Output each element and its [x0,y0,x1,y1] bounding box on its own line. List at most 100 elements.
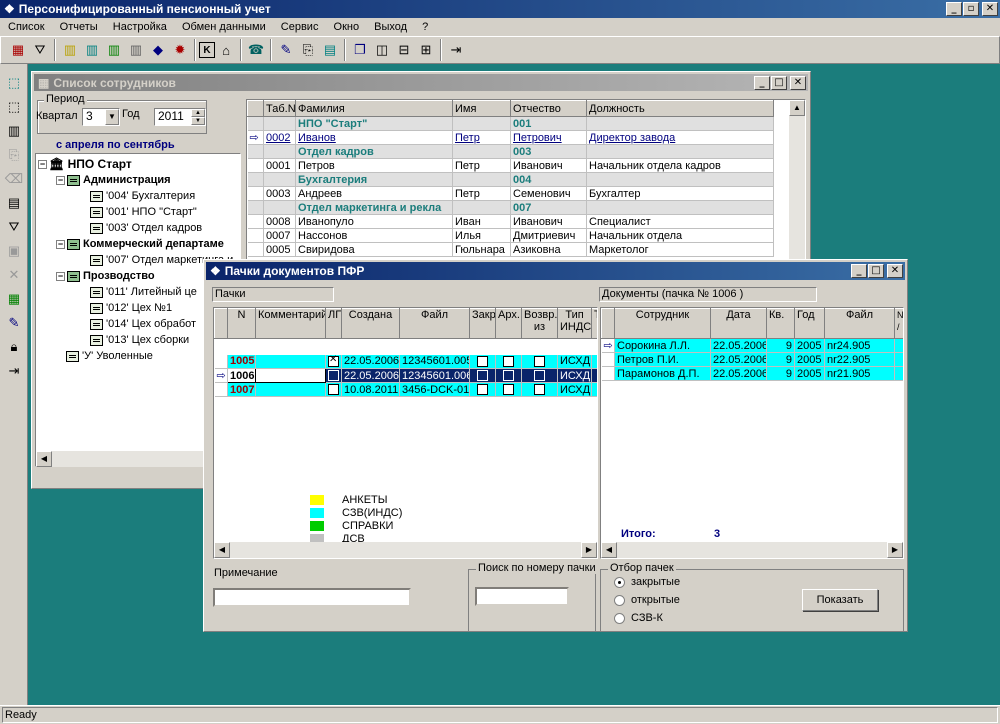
scroll-left-icon[interactable]: ◀ [214,542,230,558]
menu-window[interactable]: Окно [328,21,366,33]
note-input[interactable] [213,588,411,607]
close-button[interactable]: ✕ [982,2,998,16]
tree-node-unit[interactable]: '013' Цех сборки [90,332,189,348]
diamond-icon[interactable]: ◆ [147,39,169,61]
closed-checkbox[interactable] [477,355,488,367]
table-row[interactable]: ⇨ 0002 Иванов Петр Петрович Директор завода [247,130,774,145]
packs-hscrollbar[interactable]: ◀ ▶ [214,542,597,558]
column-header[interactable]: Создана [341,308,400,339]
docs-hscrollbar[interactable]: ◀ ▶ [601,542,903,558]
employees-vscrollbar[interactable]: ▲ [789,100,805,283]
group-row[interactable]: Отдел маркетинга и рекла 007 [247,200,774,215]
table-row[interactable]: Петров П.И. 22.05.2006 9 2005 nr22.905 [601,352,903,367]
table-row[interactable]: 0003 Андреев Петр Семенович Бухгалтер [247,186,774,201]
table-row-selected[interactable]: ⇨ 1006 22.05.2006 12345601.006 ИСХД [214,368,597,383]
copy-icon[interactable]: ⎘ [3,144,25,166]
phone-icon[interactable]: ☎ [245,39,267,61]
menu-settings[interactable]: Настройка [107,21,173,33]
group-row[interactable]: Бухгалтерия 004 [247,172,774,187]
scroll-right-icon[interactable]: ▶ [581,542,597,558]
exit-door-icon[interactable]: ⇥ [445,39,467,61]
tree-node-dept[interactable]: − Прозводство [56,268,155,284]
chevron-down-icon[interactable]: ▼ [105,109,119,125]
show-button[interactable]: Показать [802,589,878,611]
tree-node-dept[interactable]: − Коммерческий департаме [56,236,224,252]
filter-icon[interactable]: ⛛ [29,39,51,61]
menu-service[interactable]: Сервис [275,21,325,33]
menu-exit[interactable]: Выход [368,21,413,33]
bank-icon[interactable]: ⌂ [215,39,237,61]
tree-node-unit[interactable]: '012' Цех №1 [90,300,172,316]
column-header[interactable]: Год [794,308,825,339]
minimize-button[interactable]: _ [754,76,770,90]
column-header[interactable]: Закр [469,308,496,339]
docs-grid[interactable]: Сотрудник Дата Кв. Год Файл N / ⇨ Сорокин… [600,307,904,559]
tree-node-unit[interactable]: '004' Бухгалтерия [90,188,195,204]
column-header[interactable]: N / [894,308,903,339]
column-header[interactable]: Фамилия [295,100,453,117]
menu-help[interactable]: ? [416,21,434,33]
scroll-left-icon[interactable]: ◀ [601,542,617,558]
minimize-button[interactable]: _ [851,264,867,278]
radio-icon[interactable] [614,594,625,606]
tree-node-unit[interactable]: '001' НПО "Старт" [90,204,197,220]
tile-horizontal-icon[interactable]: ⊟ [393,39,415,61]
lock-icon[interactable]: 🔒︎ [3,336,25,358]
arrange-icon[interactable]: ⊞ [415,39,437,61]
grid-icon[interactable]: ▦ [3,288,25,310]
tree-node-unit[interactable]: '014' Цех обработ [90,316,196,332]
cascade-icon[interactable]: ❐ [349,39,371,61]
eraser-icon[interactable]: ⌫ [3,168,25,190]
year-spinner[interactable]: 2011 ▲ ▼ [154,108,206,126]
column-header[interactable]: Комментарий [255,308,326,339]
employees-grid[interactable]: Таб.N Фамилия Имя Отчество Должность НПО… [246,99,806,284]
archive-checkbox[interactable] [503,370,514,382]
group-row[interactable]: НПО "Старт" 001 [247,116,774,131]
k-icon[interactable]: K [199,42,215,58]
archive-checkbox[interactable] [503,355,514,367]
select-icon[interactable]: ⬚ [3,96,25,118]
spinner-down-icon[interactable]: ▼ [191,117,205,125]
table-icon[interactable]: ▤ [319,39,341,61]
table-row[interactable]: ⇨ Сорокина Л.Л. 22.05.2006 9 2005 nr24.905 [601,338,903,353]
table-row[interactable]: 0005 Свиридова Гюльнара Азиковна Маркетолог [247,242,774,257]
calendar-icon[interactable]: ▦ [7,39,29,61]
lg-checkbox[interactable] [328,355,339,367]
tree-node-unit[interactable]: '011' Литейный це [90,284,197,300]
group-row[interactable]: Отдел кадров 003 [247,144,774,159]
menu-reports[interactable]: Отчеты [54,21,104,33]
column-header[interactable]: ЛГ [325,308,342,339]
table-row[interactable]: 1007 10.08.2011 3456-DCK-010 ИСХД [214,382,597,397]
table-row[interactable]: 0007 Нассонов Илья Дмитриевич Начальник отде… [247,228,774,243]
book-yellow-icon[interactable]: ▥ [59,39,81,61]
gear-icon[interactable]: ✹ [169,39,191,61]
scroll-left-icon[interactable]: ◀ [36,451,52,467]
column-header[interactable]: Сотрудник [614,308,711,339]
column-header[interactable]: Имя [452,100,511,117]
book-green-icon[interactable]: ▥ [103,39,125,61]
column-header[interactable]: Кв. [766,308,795,339]
table-row[interactable]: 0008 Иванопуло Иван Иванович Специалист [247,214,774,229]
column-header[interactable]: Файл [824,308,895,339]
restore-button[interactable]: ▫ [963,2,979,16]
radio-icon[interactable] [614,612,625,624]
tree-node-unit[interactable]: '003' Отдел кадров [90,220,202,236]
book-cyan-icon[interactable]: ▥ [81,39,103,61]
funnel-icon[interactable]: ⛛ [3,216,25,238]
column-header[interactable]: Арх. [495,308,522,339]
column-header[interactable]: Должность [586,100,774,117]
packs-grid[interactable]: N Комментарий ЛГ Создана Файл Закр Арх. … [213,307,598,559]
lg-checkbox[interactable] [328,370,339,382]
close-button[interactable]: ✕ [790,76,806,90]
edit-icon[interactable]: ✎ [275,39,297,61]
tile-vertical-icon[interactable]: ◫ [371,39,393,61]
tree-node-root[interactable]: − 🏛︎ НПО Старт [38,156,132,172]
maximize-button[interactable]: □ [868,264,884,278]
close-button[interactable]: ✕ [887,264,903,278]
archive-checkbox[interactable] [503,384,514,396]
column-header[interactable]: Таб.N [263,100,296,117]
exit-icon[interactable]: ⇥ [3,360,25,382]
closed-checkbox[interactable] [477,370,488,382]
menu-list[interactable]: Список [2,21,51,33]
column-header[interactable]: Дата [710,308,767,339]
